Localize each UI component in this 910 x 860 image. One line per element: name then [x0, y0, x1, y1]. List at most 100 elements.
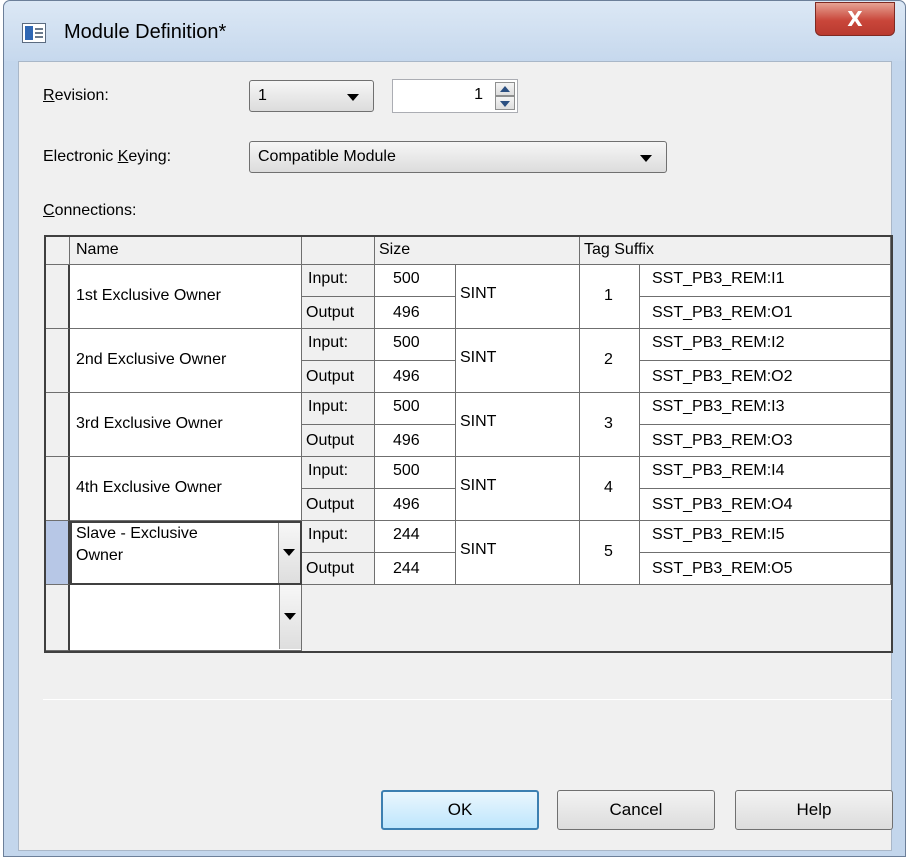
spin-up-button[interactable] [495, 82, 515, 96]
header-name[interactable]: Name [70, 237, 302, 265]
input-size-cell[interactable]: 500 [375, 329, 456, 361]
input-size: 500 [393, 334, 420, 351]
row-selector[interactable] [46, 457, 70, 521]
chevron-down-icon [347, 94, 359, 101]
data-type: SINT [460, 477, 497, 494]
connection-name-combo[interactable]: Slave - Exclusive Owner [70, 521, 302, 585]
input-size-cell[interactable]: 244 [375, 521, 456, 553]
header-tag-suffix[interactable]: Tag Suffix [580, 237, 891, 265]
tag-input-cell: SST_PB3_REM:I2 [640, 329, 891, 361]
input-label-cell: Input: [302, 393, 375, 425]
output-size-cell[interactable]: 496 [375, 361, 456, 393]
input-size-cell[interactable]: 500 [375, 265, 456, 297]
data-type-cell[interactable]: SINT [456, 265, 580, 329]
tag-input: SST_PB3_REM:I3 [652, 398, 785, 415]
tag-output: SST_PB3_REM:O2 [652, 368, 793, 385]
name-dropdown-button[interactable] [278, 523, 300, 583]
data-type-cell[interactable]: SINT [456, 329, 580, 393]
spin-down-button[interactable] [495, 96, 515, 110]
tag-number: 4 [604, 479, 613, 496]
tag-output-cell: SST_PB3_REM:O3 [640, 425, 891, 457]
input-label: Input: [308, 270, 349, 287]
output-label: Output [306, 368, 355, 385]
revision-major-value: 1 [258, 87, 267, 104]
dialog-body: Revision: 1 1 Electronic Keying: Compati… [18, 61, 893, 851]
connections-grid: Name Size Tag Suffix 1st Exclusive Owner… [44, 235, 893, 653]
output-size-cell[interactable]: 244 [375, 553, 456, 585]
output-size-cell[interactable]: 496 [375, 297, 456, 329]
output-size: 496 [393, 432, 420, 449]
input-size: 500 [393, 270, 420, 287]
data-type: SINT [460, 413, 497, 430]
tag-input: SST_PB3_REM:I1 [652, 270, 785, 287]
tag-number-cell: 4 [580, 457, 640, 521]
output-label-cell: Output [302, 297, 375, 329]
electronic-keying-select[interactable]: Compatible Module [249, 141, 667, 173]
connection-name-cell[interactable]: 2nd Exclusive Owner [70, 329, 302, 393]
tag-number-cell: 1 [580, 265, 640, 329]
tag-output: SST_PB3_REM:O3 [652, 432, 793, 449]
new-row-selector[interactable] [46, 585, 70, 651]
tag-input: SST_PB3_REM:I2 [652, 334, 785, 351]
header-tag-suffix-text: Tag Suffix [584, 241, 654, 258]
tag-input-cell: SST_PB3_REM:I3 [640, 393, 891, 425]
close-button[interactable]: X [815, 2, 895, 36]
connection-name-cell[interactable]: 3rd Exclusive Owner [70, 393, 302, 457]
input-size-cell[interactable]: 500 [375, 393, 456, 425]
help-button[interactable]: Help [735, 790, 893, 830]
input-label-cell: Input: [302, 265, 375, 297]
input-label: Input: [308, 462, 349, 479]
input-size-cell[interactable]: 500 [375, 457, 456, 489]
tag-number: 1 [604, 287, 613, 304]
output-label-cell: Output [302, 361, 375, 393]
tag-number-cell: 5 [580, 521, 640, 585]
row-selector[interactable] [46, 393, 70, 457]
tag-output-cell: SST_PB3_REM:O5 [640, 553, 891, 585]
ok-button[interactable]: OK [381, 790, 539, 830]
connection-name-cell[interactable]: 1st Exclusive Owner [70, 265, 302, 329]
tag-output-cell: SST_PB3_REM:O1 [640, 297, 891, 329]
connection-name-cell[interactable]: 4th Exclusive Owner [70, 457, 302, 521]
tag-output: SST_PB3_REM:O5 [652, 560, 793, 577]
data-type-cell[interactable]: SINT [456, 393, 580, 457]
input-label: Input: [308, 334, 349, 351]
row-selector[interactable] [46, 329, 70, 393]
connection-name-line1: Slave - Exclusive [76, 525, 198, 542]
input-size: 500 [393, 398, 420, 415]
keying-label-a: Electronic [43, 148, 118, 165]
revision-minor-spinner[interactable]: 1 [392, 79, 518, 113]
chevron-down-icon [284, 613, 296, 620]
data-type-cell[interactable]: SINT [456, 521, 580, 585]
output-label-cell: Output [302, 553, 375, 585]
connection-name: 4th Exclusive Owner [76, 479, 222, 496]
output-label: Output [306, 432, 355, 449]
input-label: Input: [308, 526, 349, 543]
tag-output-cell: SST_PB3_REM:O4 [640, 489, 891, 521]
data-type: SINT [460, 349, 497, 366]
spinner-buttons [495, 82, 515, 110]
output-label: Output [306, 304, 355, 321]
tag-output-cell: SST_PB3_REM:O2 [640, 361, 891, 393]
cancel-button[interactable]: Cancel [557, 790, 715, 830]
keying-label-accel: K [117, 148, 129, 165]
header-name-text: Name [76, 241, 119, 258]
tag-input-cell: SST_PB3_REM:I1 [640, 265, 891, 297]
output-label-cell: Output [302, 425, 375, 457]
revision-label: Revision: [43, 87, 109, 105]
output-label: Output [306, 496, 355, 513]
new-connection-name-combo[interactable] [70, 585, 302, 651]
data-type-cell[interactable]: SINT [456, 457, 580, 521]
output-label: Output [306, 560, 355, 577]
module-definition-dialog: Module Definition* X Revision: 1 1 Elect… [3, 0, 906, 857]
revision-label-rest: evision: [54, 87, 109, 104]
revision-major-select[interactable]: 1 [249, 80, 374, 112]
title-bar: Module Definition* X [4, 1, 905, 61]
input-label-cell: Input: [302, 329, 375, 361]
output-size-cell[interactable]: 496 [375, 489, 456, 521]
new-name-dropdown-button[interactable] [279, 585, 301, 649]
row-selector[interactable] [46, 265, 70, 329]
header-size[interactable]: Size [375, 237, 580, 265]
row-selector-active[interactable] [46, 521, 70, 585]
output-size-cell[interactable]: 496 [375, 425, 456, 457]
dialog-app-icon [22, 23, 46, 43]
